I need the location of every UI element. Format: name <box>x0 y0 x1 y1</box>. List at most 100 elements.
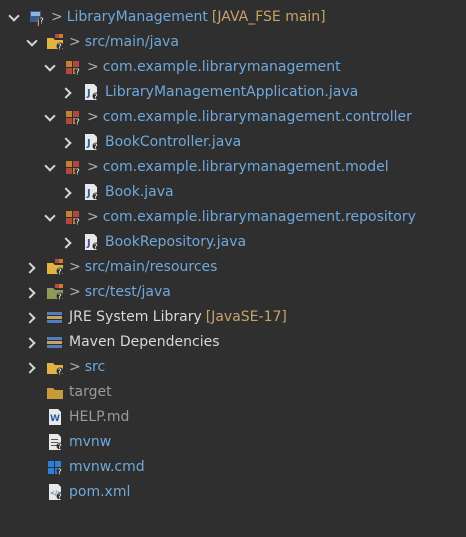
project-icon: J ? <box>30 10 46 26</box>
tree-item-help-md[interactable]: W HELP.md <box>0 404 466 429</box>
tree-item-maven-dependencies[interactable]: Maven Dependencies <box>0 329 466 354</box>
git-dirty-marker: > <box>69 33 81 50</box>
tree-item-java-file[interactable]: J ? LibraryManagementApplication.java <box>0 79 466 104</box>
java-file-icon: J ? <box>85 133 100 151</box>
chevron-right-icon[interactable] <box>62 136 74 148</box>
tree-item-java-file[interactable]: J ? Book.java <box>0 179 466 204</box>
chevron-down-icon[interactable] <box>44 111 56 123</box>
git-dirty-marker: > <box>69 258 81 275</box>
tree-item-mvnw[interactable]: ? mvnw <box>0 429 466 454</box>
tree-item-package[interactable]: ? > com.example.librarymanagement.contro… <box>0 104 466 129</box>
file-label: Book.java <box>105 183 174 200</box>
chevron-right-icon[interactable] <box>26 361 38 373</box>
tree-item-pom-xml[interactable]: </> ? pom.xml <box>0 479 466 504</box>
file-label: LibraryManagementApplication.java <box>105 83 359 100</box>
tree-item-package[interactable]: ? > com.example.librarymanagement.reposi… <box>0 204 466 229</box>
windows-command-file-icon: ? <box>48 460 64 476</box>
package-label: com.example.librarymanagement.model <box>102 158 389 175</box>
package-label: com.example.librarymanagement.repository <box>102 208 416 225</box>
library-icon <box>47 336 62 348</box>
svg-text:J: J <box>86 138 91 149</box>
svg-text:?: ? <box>58 42 62 51</box>
xml-file-icon: </> ? <box>49 483 64 501</box>
java-file-icon: J ? <box>85 183 100 201</box>
svg-text:J: J <box>86 188 91 199</box>
library-label: JRE System Library <box>69 308 202 325</box>
package-icon: ? <box>66 210 82 226</box>
tree-item-src-main-java[interactable]: ? > src/main/java <box>0 29 466 54</box>
library-label: Maven Dependencies <box>69 333 220 350</box>
git-dirty-marker: > <box>87 108 99 125</box>
chevron-down-icon[interactable] <box>44 161 56 173</box>
tree-item-src-main-resources[interactable]: ? > src/main/resources <box>0 254 466 279</box>
tree-item-package[interactable]: ? > com.example.librarymanagement.model <box>0 154 466 179</box>
package-icon: ? <box>66 60 82 76</box>
chevron-right-icon[interactable] <box>62 186 74 198</box>
tree-item-src[interactable]: ? > src <box>0 354 466 379</box>
chevron-down-icon[interactable] <box>8 11 20 23</box>
package-icon: ? <box>66 160 82 176</box>
svg-text:?: ? <box>58 467 62 476</box>
tree-item-project[interactable]: J ? > LibraryManagement [JAVA_FSE main] <box>0 4 466 29</box>
test-source-folder-icon: ? <box>47 283 64 301</box>
git-dirty-marker: > <box>87 58 99 75</box>
jre-version-decoration: [JavaSE-17] <box>205 308 287 325</box>
file-label: BookRepository.java <box>105 233 247 250</box>
source-folder-icon: ? <box>47 33 64 51</box>
svg-text:J: J <box>86 238 91 249</box>
file-label: HELP.md <box>69 408 130 425</box>
git-dirty-marker: > <box>51 8 63 25</box>
tree-item-package[interactable]: ? > com.example.librarymanagement <box>0 54 466 79</box>
file-label: mvnw <box>69 433 112 450</box>
folder-label: src <box>84 358 106 375</box>
source-folder-icon: ? <box>47 258 64 276</box>
tree-item-src-test-java[interactable]: ? > src/test/java <box>0 279 466 304</box>
chevron-down-icon[interactable] <box>44 211 56 223</box>
tree-item-java-file[interactable]: J ? BookRepository.java <box>0 229 466 254</box>
tree-item-java-file[interactable]: J ? BookController.java <box>0 129 466 154</box>
chevron-right-icon[interactable] <box>26 311 38 323</box>
svg-text:?: ? <box>94 242 98 251</box>
folder-label: target <box>69 383 112 400</box>
svg-text:?: ? <box>76 167 80 176</box>
tree-item-target[interactable]: target <box>0 379 466 404</box>
svg-text:?: ? <box>40 16 44 25</box>
svg-text:?: ? <box>58 492 62 501</box>
svg-text:?: ? <box>58 367 62 376</box>
folder-label: src/main/java <box>84 33 179 50</box>
svg-text:?: ? <box>94 92 98 101</box>
file-label: pom.xml <box>69 483 131 500</box>
git-dirty-marker: > <box>69 358 81 375</box>
library-icon <box>47 311 62 323</box>
markdown-file-icon: W <box>49 408 61 425</box>
java-file-icon: J ? <box>85 83 100 101</box>
chevron-down-icon[interactable] <box>26 36 38 48</box>
folder-icon: ? <box>47 362 64 376</box>
tree-item-mvnw-cmd[interactable]: ? mvnw.cmd <box>0 454 466 479</box>
svg-text:?: ? <box>58 442 62 451</box>
svg-text:?: ? <box>94 192 98 201</box>
file-label: mvnw.cmd <box>69 458 145 475</box>
chevron-down-icon[interactable] <box>44 61 56 73</box>
chevron-right-icon[interactable] <box>62 236 74 248</box>
chevron-right-icon[interactable] <box>26 286 38 298</box>
project-name: LibraryManagement <box>66 8 208 25</box>
git-dirty-marker: > <box>87 158 99 175</box>
git-dirty-marker: > <box>87 208 99 225</box>
package-explorer-tree: J ? > LibraryManagement [JAVA_FSE main] … <box>0 0 466 537</box>
chevron-right-icon[interactable] <box>26 261 38 273</box>
chevron-right-icon[interactable] <box>62 86 74 98</box>
svg-text:?: ? <box>94 142 98 151</box>
folder-label: src/test/java <box>84 283 171 300</box>
svg-text:?: ? <box>58 292 62 301</box>
svg-text:?: ? <box>76 67 80 76</box>
tree-item-jre-library[interactable]: JRE System Library [JavaSE-17] <box>0 304 466 329</box>
svg-text:?: ? <box>76 217 80 226</box>
package-icon: ? <box>66 110 82 126</box>
text-file-icon: ? <box>49 433 64 451</box>
svg-text:W: W <box>50 414 60 424</box>
chevron-right-icon[interactable] <box>26 336 38 348</box>
svg-text:J: J <box>86 88 91 99</box>
java-interface-file-icon: J ? <box>85 233 100 251</box>
git-dirty-marker: > <box>69 283 81 300</box>
